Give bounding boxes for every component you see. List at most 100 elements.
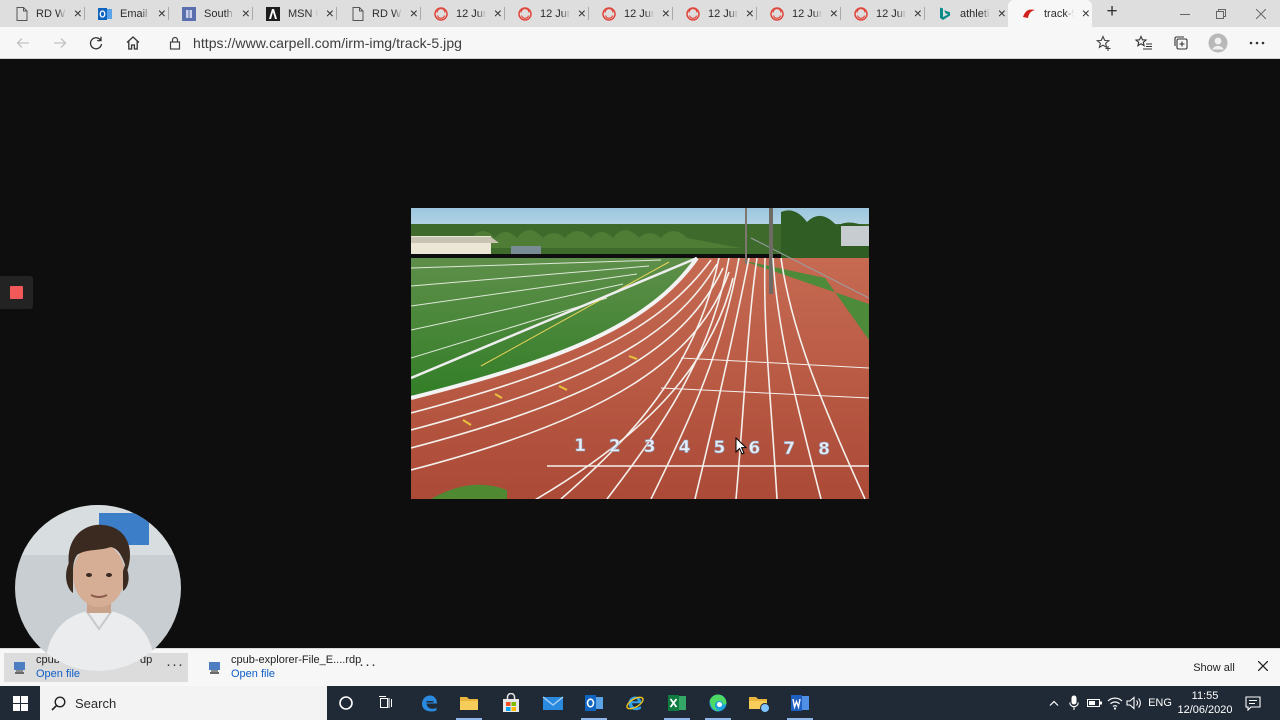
profile-button[interactable] xyxy=(1205,31,1231,55)
back-button[interactable] xyxy=(10,31,36,55)
file-explorer-button[interactable] xyxy=(449,686,489,720)
browser-tab[interactable]: athletics × xyxy=(924,0,1008,27)
battery-icon xyxy=(1087,699,1102,707)
tab-title: RD Web Access xyxy=(36,7,66,20)
sliced-icon xyxy=(686,6,700,21)
outlook-icon xyxy=(98,7,112,21)
address-url: https://www.carpell.com/irm-img/track-5.… xyxy=(193,35,462,51)
browser-tab[interactable]: RD Web Access × xyxy=(0,0,84,27)
recording-control[interactable] xyxy=(0,276,33,309)
refresh-button[interactable] xyxy=(83,31,109,55)
track-photo: 1 2 3 4 5 6 7 8 xyxy=(411,208,869,499)
tab-close-button[interactable]: × xyxy=(324,6,336,21)
tab-close-button[interactable]: × xyxy=(744,6,756,21)
webcam-overlay xyxy=(15,505,181,671)
forward-button[interactable] xyxy=(47,31,73,55)
battery-button[interactable] xyxy=(1086,686,1104,720)
settings-more-button[interactable] xyxy=(1244,31,1270,55)
browser-tab[interactable]: 12 June × xyxy=(756,0,840,27)
action-center-button[interactable] xyxy=(1242,686,1264,720)
tab-title: 12 June xyxy=(540,7,570,20)
explorer-network-icon xyxy=(749,697,770,713)
excel-button[interactable] xyxy=(657,686,697,720)
tab-close-button[interactable]: × xyxy=(156,6,168,21)
restore-icon xyxy=(1216,8,1226,19)
edge-legacy-icon xyxy=(422,695,437,712)
edge-button[interactable] xyxy=(698,686,738,720)
download-more-button[interactable]: ··· xyxy=(359,657,377,672)
lane-number: 5 xyxy=(714,438,726,458)
word-button[interactable] xyxy=(780,686,820,720)
tab-title: 12 June xyxy=(456,7,486,20)
internet-explorer-button[interactable] xyxy=(615,686,655,720)
browser-tab[interactable]: RD Web Access × xyxy=(336,0,420,27)
tab-close-button[interactable]: × xyxy=(408,6,420,21)
start-button[interactable] xyxy=(0,686,40,720)
lane-number: 3 xyxy=(644,437,656,457)
edge-legacy-button[interactable] xyxy=(409,686,449,720)
download-more-button[interactable]: ··· xyxy=(166,657,184,672)
volume-button[interactable] xyxy=(1125,686,1143,720)
download-filename: cpub-explorer-File_E....rdp xyxy=(231,654,362,666)
tab-close-button[interactable]: × xyxy=(576,6,588,21)
download-item[interactable]: cpub-explorer-File_E....rdp Open file ··… xyxy=(199,653,385,682)
home-button[interactable] xyxy=(120,31,146,55)
tab-title: track-5 xyxy=(1044,7,1074,20)
tab-title: athletics xyxy=(960,7,990,20)
open-file-link[interactable]: Open file xyxy=(36,668,80,680)
language-indicator[interactable]: ENG xyxy=(1146,686,1174,720)
cortana-button[interactable] xyxy=(326,686,366,720)
excel-icon xyxy=(668,695,686,711)
mail-button[interactable] xyxy=(533,686,573,720)
tab-close-button[interactable]: × xyxy=(240,6,252,21)
tab-title: South Hill xyxy=(204,7,234,20)
close-download-shelf-button[interactable] xyxy=(1254,657,1272,675)
microsoft-store-button[interactable] xyxy=(491,686,531,720)
lane-number: 4 xyxy=(679,438,691,458)
tab-title: 12 June xyxy=(792,7,822,20)
windows-taskbar: Search ENG 11:55 12/06/2020 xyxy=(0,686,1280,720)
tab-close-button[interactable]: × xyxy=(72,6,84,21)
show-all-downloads-button[interactable]: Show all xyxy=(1184,655,1244,680)
arrow-left-icon xyxy=(16,38,29,48)
file-explorer-network-button[interactable] xyxy=(739,686,779,720)
browser-tab[interactable]: 12 June × xyxy=(840,0,924,27)
school-icon xyxy=(182,6,196,21)
sliced-icon xyxy=(854,6,868,21)
tab-close-button[interactable]: × xyxy=(492,6,504,21)
lane-number: 7 xyxy=(783,439,795,459)
tab-close-button[interactable]: × xyxy=(996,6,1008,21)
store-icon xyxy=(503,693,519,712)
new-tab-button[interactable]: + xyxy=(1102,2,1122,23)
browser-tab[interactable]: Email - Outlook × xyxy=(84,0,168,27)
collections-button[interactable] xyxy=(1168,31,1194,55)
browser-tab[interactable]: 12 June × xyxy=(504,0,588,27)
browser-tab[interactable]: 12 June × xyxy=(588,0,672,27)
open-file-link[interactable]: Open file xyxy=(231,668,275,680)
browser-tab[interactable]: South Hill × xyxy=(168,0,252,27)
tab-close-button[interactable]: × xyxy=(912,6,924,21)
show-hidden-icons-button[interactable] xyxy=(1045,686,1063,720)
more-horizontal-icon xyxy=(1249,41,1265,45)
clock[interactable]: 11:55 12/06/2020 xyxy=(1176,689,1234,717)
tab-close-button[interactable]: × xyxy=(828,6,840,21)
favorite-page-button[interactable] xyxy=(1091,31,1117,55)
task-view-button[interactable] xyxy=(366,686,406,720)
outlook-button[interactable] xyxy=(574,686,614,720)
tab-close-button[interactable]: × xyxy=(1080,6,1092,21)
lane-number: 1 xyxy=(574,436,586,456)
wifi-button[interactable] xyxy=(1106,686,1124,720)
browser-tab[interactable]: 12 June × xyxy=(420,0,504,27)
refresh-icon xyxy=(89,36,103,50)
browser-tab[interactable]: 12 June × xyxy=(672,0,756,27)
address-bar[interactable]: https://www.carpell.com/irm-img/track-5.… xyxy=(158,30,1126,56)
mouse-cursor-icon xyxy=(735,437,747,455)
window-close-button[interactable] xyxy=(1238,0,1280,27)
favorites-button[interactable] xyxy=(1131,31,1157,55)
microphone-button[interactable] xyxy=(1066,686,1082,720)
tab-strip: RD Web Access×Email - Outlook×South Hill… xyxy=(0,0,1280,27)
browser-tab[interactable]: MSN UK × xyxy=(252,0,336,27)
taskbar-search-box[interactable]: Search xyxy=(40,686,327,720)
tab-close-button[interactable]: × xyxy=(660,6,672,21)
browser-tab[interactable]: track-5 × xyxy=(1008,0,1092,27)
